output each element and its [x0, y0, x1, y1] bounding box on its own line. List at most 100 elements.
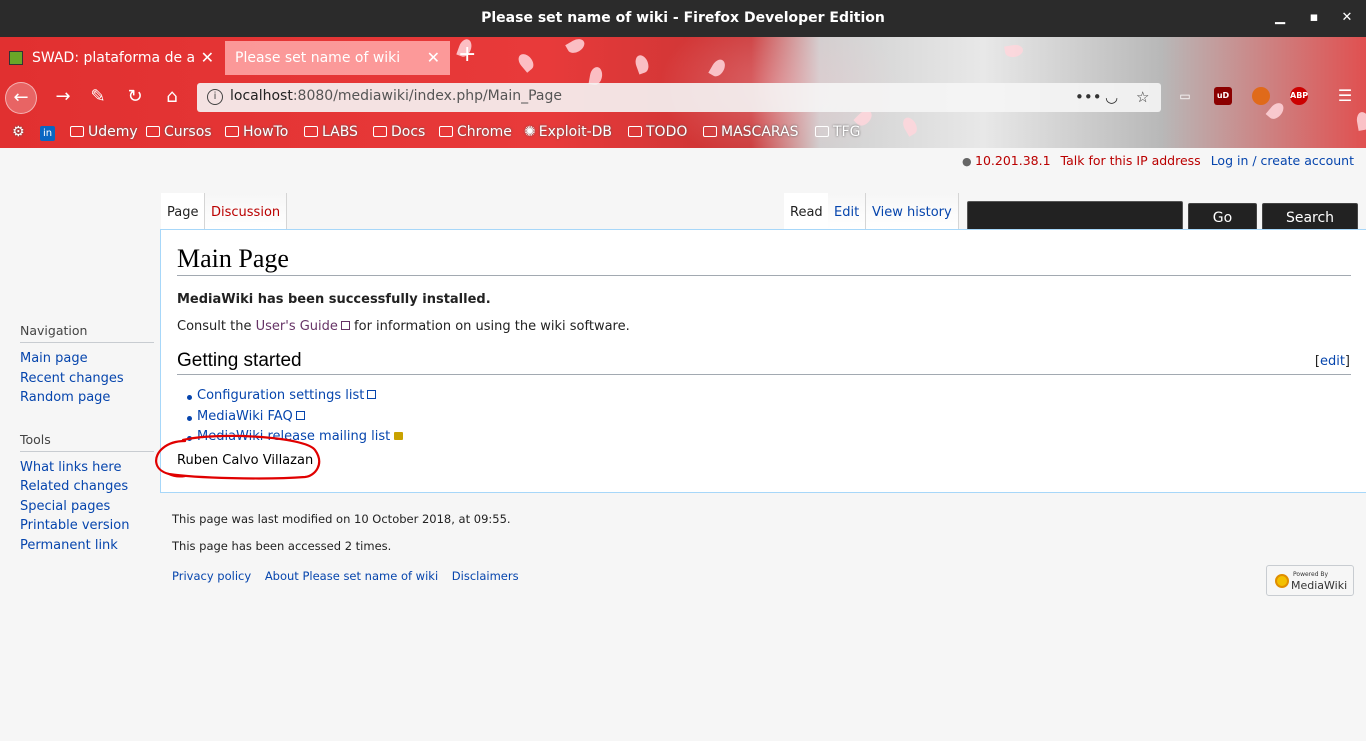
- sidebar-item-what-links-here[interactable]: What links here: [20, 458, 154, 478]
- home-icon[interactable]: ⌂: [159, 84, 185, 110]
- minimize-icon[interactable]: ▁: [1271, 9, 1289, 27]
- mask-extension-icon[interactable]: ▭: [1176, 87, 1194, 105]
- tab-view-history[interactable]: View history: [866, 193, 959, 229]
- bookmark-label: Docs: [391, 124, 426, 140]
- tab-edit[interactable]: Edit: [828, 193, 867, 229]
- lock-icon: [394, 432, 404, 440]
- go-button[interactable]: Go: [1188, 203, 1257, 232]
- search-button[interactable]: Search: [1262, 203, 1358, 232]
- disclaimers-link[interactable]: Disclaimers: [452, 569, 519, 583]
- tab-wiki[interactable]: Please set name of wiki ✕: [225, 41, 450, 75]
- bookmark-docs[interactable]: Docs: [373, 124, 425, 140]
- section-edit: [edit]: [1314, 354, 1350, 369]
- section-heading: Getting started: [177, 350, 302, 371]
- folder-icon: [225, 126, 239, 137]
- section-divider: [177, 374, 1351, 375]
- section-edit-link[interactable]: edit: [1320, 354, 1345, 369]
- bookmark-label: MASCARAS: [721, 124, 799, 140]
- bookmark-label: Exploit-DB: [538, 124, 613, 140]
- bookmark-label: LABS: [322, 124, 358, 140]
- tools-wrench-icon[interactable]: ✎: [85, 84, 111, 110]
- external-link-icon: [295, 410, 305, 420]
- folder-icon: [628, 126, 642, 137]
- about-link[interactable]: About Please set name of wiki: [265, 569, 438, 583]
- bookmark-tfg[interactable]: TFG: [815, 124, 860, 140]
- sidebar-item-printable-version[interactable]: Printable version: [20, 516, 154, 536]
- powered-by-mediawiki-badge[interactable]: Powered By MediaWiki: [1266, 565, 1354, 596]
- address-bar[interactable]: i localhost:8080/mediawiki/index.php/Mai…: [197, 83, 1161, 112]
- sidebar-item-permanent-link[interactable]: Permanent link: [20, 536, 154, 556]
- close-tab-icon[interactable]: ✕: [201, 41, 214, 75]
- sidebar-item-random-page[interactable]: Random page: [20, 388, 154, 408]
- bookmark-label: TFG: [833, 124, 861, 140]
- installed-message: MediaWiki has been successfully installe…: [177, 292, 491, 307]
- window-title: Please set name of wiki - Firefox Develo…: [481, 10, 885, 26]
- sidebar-item-recent-changes[interactable]: Recent changes: [20, 369, 154, 389]
- sidebar-item-related-changes[interactable]: Related changes: [20, 477, 154, 497]
- bookmark-label: Chrome: [457, 124, 512, 140]
- talk-link[interactable]: Talk for this IP address: [1061, 153, 1201, 168]
- mediawiki-sunflower-icon: [1275, 574, 1289, 588]
- back-icon[interactable]: ←: [5, 82, 37, 114]
- link-label: MediaWiki FAQ: [197, 408, 293, 424]
- close-tab-icon[interactable]: ✕: [427, 41, 440, 75]
- external-link-icon: [367, 390, 377, 399]
- login-link[interactable]: Log in / create account: [1211, 153, 1354, 168]
- link-label: Configuration settings list: [197, 388, 365, 403]
- bookmark-labs[interactable]: LABS: [304, 124, 358, 140]
- privacy-policy-link[interactable]: Privacy policy: [172, 569, 251, 583]
- new-tab-icon[interactable]: +: [458, 42, 476, 67]
- external-link-icon: [340, 321, 350, 330]
- mediawiki-label: MediaWiki: [1291, 579, 1348, 592]
- browser-toolbar: SWAD: plataforma de a ✕ Please set name …: [0, 37, 1366, 148]
- sidebar-item-special-pages[interactable]: Special pages: [20, 497, 154, 517]
- list-item[interactable]: Configuration settings list: [186, 388, 403, 409]
- bookmark-mascaras[interactable]: MASCARAS: [703, 124, 799, 140]
- bookmark-star-icon[interactable]: ☆: [1136, 88, 1149, 106]
- sidebar: Navigation Main page Recent changes Rand…: [20, 323, 154, 555]
- bookmark-exploit-db[interactable]: ✺ Exploit-DB: [524, 124, 612, 140]
- bookmark-udemy[interactable]: Udemy: [70, 124, 138, 140]
- title-divider: [177, 275, 1351, 276]
- footer-links: Privacy policy About Please set name of …: [172, 569, 529, 583]
- maximize-icon[interactable]: ▪: [1305, 9, 1323, 27]
- ublock-icon[interactable]: uD: [1214, 87, 1232, 105]
- site-info-icon[interactable]: i: [207, 89, 223, 105]
- bookmark-label: Cursos: [164, 124, 212, 140]
- anon-user-icon: ●: [962, 155, 972, 168]
- bookmark-chrome[interactable]: Chrome: [439, 124, 512, 140]
- menu-icon[interactable]: ☰: [1336, 87, 1354, 105]
- users-guide-label: User's Guide: [255, 319, 338, 334]
- sidebar-item-main-page[interactable]: Main page: [20, 349, 154, 369]
- bookmark-cursos[interactable]: Cursos: [146, 124, 212, 140]
- bookmark-howto[interactable]: HowTo: [225, 124, 288, 140]
- list-item[interactable]: MediaWiki FAQ: [186, 408, 403, 430]
- forward-icon[interactable]: →: [50, 84, 76, 110]
- duckduckgo-icon[interactable]: [1252, 87, 1270, 105]
- linkedin-icon[interactable]: in: [40, 126, 55, 141]
- page-actions-icon[interactable]: •••: [1075, 88, 1102, 106]
- pocket-icon[interactable]: ◡: [1105, 88, 1118, 106]
- access-count: This page has been accessed 2 times.: [172, 539, 392, 553]
- wiki-page: ● 10.201.38.1 Talk for this IP address Lo…: [0, 148, 1366, 741]
- page-title: Main Page: [177, 244, 289, 273]
- users-guide-link[interactable]: User's Guide: [256, 319, 350, 334]
- folder-icon: [439, 126, 453, 137]
- url-text[interactable]: localhost:8080/mediawiki/index.php/Main_…: [230, 88, 562, 104]
- tab-swad[interactable]: SWAD: plataforma de a ✕: [0, 41, 224, 75]
- folder-icon: [304, 126, 318, 137]
- bookmarks-menu-icon[interactable]: ⚙: [12, 124, 25, 140]
- tab-read[interactable]: Read: [784, 193, 830, 229]
- bookmark-todo[interactable]: TODO: [628, 124, 687, 140]
- tab-page[interactable]: Page: [161, 193, 206, 229]
- red-annotation-circle: [155, 434, 321, 480]
- tab-discussion[interactable]: Discussion: [205, 193, 288, 229]
- adblock-plus-icon[interactable]: ABP: [1290, 87, 1308, 105]
- folder-icon: [70, 126, 84, 137]
- close-window-icon[interactable]: ✕: [1338, 9, 1356, 27]
- reload-icon[interactable]: ↻: [122, 84, 148, 110]
- consult-text: Consult the User's Guide for information…: [177, 319, 630, 334]
- ip-address-link[interactable]: 10.201.38.1: [975, 153, 1051, 168]
- folder-icon: [815, 126, 829, 137]
- folder-icon: [146, 126, 160, 137]
